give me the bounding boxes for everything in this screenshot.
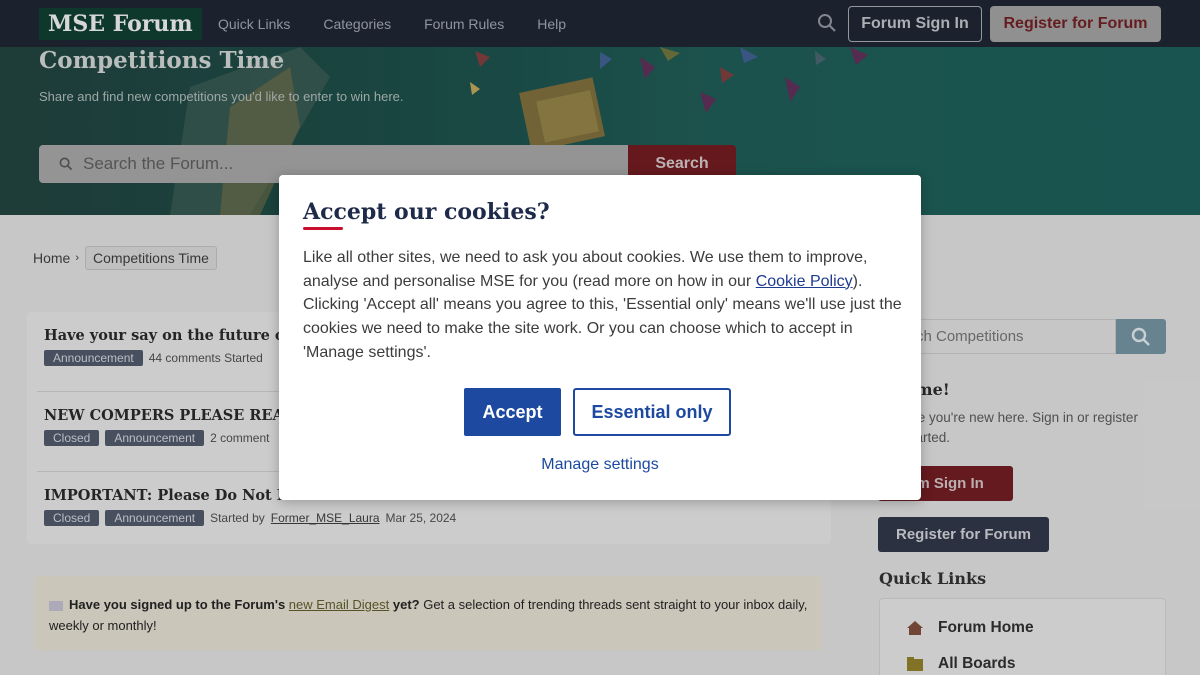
nav-links: Quick Links Categories Forum Rules Help [218, 0, 566, 47]
announcement-tag: Announcement [105, 430, 205, 446]
page-subtitle: Share and find new competitions you'd li… [39, 89, 404, 104]
site-logo[interactable]: MSE Forum [39, 8, 202, 40]
quick-link-label: Forum Home [938, 619, 1034, 636]
thread-meta: Closed Announcement 2 comment [44, 430, 269, 446]
thread-title[interactable]: NEW COMPERS PLEASE READ [44, 407, 296, 424]
email-digest-link[interactable]: new Email Digest [289, 597, 389, 612]
closed-tag: Closed [44, 430, 100, 446]
cookie-dialog-title: Accept our cookies? [303, 199, 550, 225]
breadcrumb: Home › Competitions Time [33, 246, 217, 270]
thread-meta: Announcement 44 comments Started [44, 350, 263, 366]
cookie-policy-link[interactable]: Cookie Policy [756, 273, 853, 290]
thread-comments: 2 comment [210, 431, 270, 445]
quick-link-forum-home[interactable]: Forum Home [906, 619, 1034, 637]
email-digest-notice: Have you signed up to the Forum's new Em… [34, 576, 823, 650]
quick-link-all-boards[interactable]: All Boards [906, 655, 1016, 673]
top-navigation-bar: MSE Forum Quick Links Categories Forum R… [0, 0, 1200, 47]
cookie-dialog-body: Like all other sites, we need to ask you… [303, 246, 903, 365]
nav-forum-rules[interactable]: Forum Rules [424, 16, 504, 32]
title-underline-accent [303, 227, 343, 230]
search-icon [59, 157, 73, 171]
quick-link-label: All Boards [938, 655, 1016, 672]
forum-search-input[interactable] [83, 154, 603, 174]
digest-mid: yet? [392, 597, 420, 612]
page-title: Competitions Time [39, 47, 285, 74]
essential-only-button[interactable]: Essential only [573, 388, 731, 436]
register-for-forum-button[interactable]: Register for Forum [990, 6, 1161, 42]
digest-lead: Have you signed up to the Forum's [69, 597, 286, 612]
thread-title[interactable]: IMPORTANT: Please Do Not Po [44, 487, 297, 504]
sidebar-register-button[interactable]: Register for Forum [878, 517, 1049, 552]
thread-author-link[interactable]: Former_MSE_Laura [271, 511, 380, 525]
manage-settings-link[interactable]: Manage settings [279, 456, 921, 474]
home-icon [906, 620, 924, 636]
thread-date: Mar 25, 2024 [385, 511, 457, 525]
started-by-label: Started by [210, 511, 265, 525]
quick-links-list: Forum Home All Boards [879, 598, 1166, 675]
cookie-consent-dialog: Accept our cookies? Like all other sites… [279, 175, 921, 500]
announcement-tag: Announcement [44, 350, 143, 366]
nav-categories[interactable]: Categories [323, 16, 391, 32]
competitions-search-button[interactable] [1116, 319, 1166, 354]
accept-cookies-button[interactable]: Accept [464, 388, 561, 436]
envelope-icon [49, 600, 63, 611]
folder-icon [906, 656, 924, 672]
search-icon [1131, 327, 1150, 346]
search-icon[interactable] [817, 13, 837, 33]
welcome-text: like you're new here. Sign in or registe… [905, 410, 1138, 445]
breadcrumb-separator-icon: › [75, 252, 80, 264]
nav-quick-links[interactable]: Quick Links [218, 16, 290, 32]
nav-help[interactable]: Help [537, 16, 566, 32]
thread-comments-started: 44 comments Started [148, 351, 263, 365]
closed-tag: Closed [44, 510, 100, 526]
announcement-tag: Announcement [105, 510, 205, 526]
breadcrumb-home[interactable]: Home [33, 250, 70, 266]
thread-title[interactable]: Have your say on the future o [44, 327, 285, 344]
forum-sign-in-button[interactable]: Forum Sign In [848, 6, 982, 42]
quick-links-heading: Quick Links [879, 569, 987, 588]
thread-meta: Closed Announcement Started by Former_MS… [44, 510, 456, 526]
breadcrumb-current[interactable]: Competitions Time [85, 246, 217, 270]
